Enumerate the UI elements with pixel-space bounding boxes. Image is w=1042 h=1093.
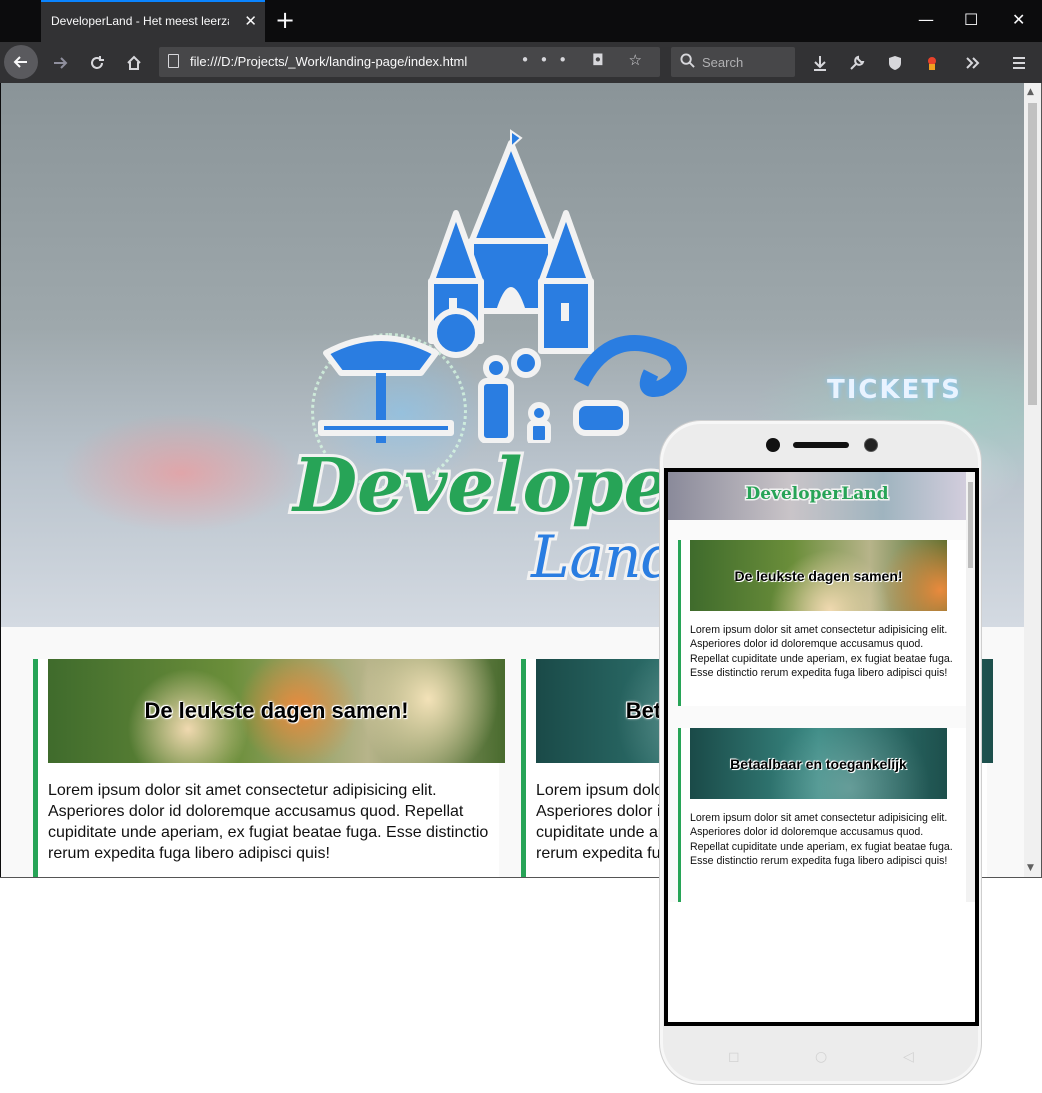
menu-icon	[1013, 56, 1025, 69]
camera-icon	[766, 438, 780, 452]
phone-card-title: Betaalbaar en toegankelijk	[730, 755, 907, 772]
back-arrow-icon	[13, 56, 27, 68]
phone-card-text: Lorem ipsum dolor sit amet consectetur a…	[690, 624, 953, 680]
page-scrollbar[interactable]: ▲ ▼	[1024, 83, 1041, 877]
maximize-button[interactable]: ☐	[964, 10, 978, 29]
minimize-button[interactable]: —	[918, 10, 934, 29]
logo-subtitle: Land	[528, 520, 682, 594]
tracking-button[interactable]	[878, 42, 912, 83]
logo-title: Developer	[290, 440, 713, 532]
phone-card-title: De leukste dagen samen!	[734, 567, 903, 584]
phone-card-text: Lorem ipsum dolor sit amet consectetur a…	[690, 812, 953, 868]
phone-nav-bar: ◻ ○ ◁	[660, 1039, 981, 1079]
phone-scroll-thumb[interactable]	[968, 482, 973, 568]
shield-icon	[889, 55, 901, 70]
phone-scrollbar[interactable]	[966, 472, 975, 902]
scroll-down-icon[interactable]: ▼	[1027, 863, 1034, 873]
devtools-button[interactable]	[840, 42, 874, 83]
phone-mockup: DeveloperLand De leukste dagen samen! Lo…	[659, 420, 982, 1085]
phone-card-1: De leukste dagen samen! Lorem ipsum dolo…	[678, 540, 966, 706]
phone-site-title: DeveloperLand	[744, 483, 890, 506]
tab-bar: DeveloperLand - Het meest leerzaam ✕ + —…	[0, 0, 1042, 42]
phone-screen: DeveloperLand De leukste dagen samen! Lo…	[664, 468, 979, 1026]
phone-body: De leukste dagen samen! Lorem ipsum dolo…	[668, 520, 966, 902]
url-text: file:///D:/Projects/_Work/landing-page/i…	[190, 54, 468, 69]
forward-button[interactable]	[43, 42, 77, 83]
close-window-button[interactable]: ✕	[1012, 10, 1025, 29]
search-placeholder: Search	[702, 55, 744, 70]
castle-logo-icon	[318, 129, 687, 446]
phone-header: DeveloperLand	[668, 472, 975, 520]
search-icon	[680, 53, 695, 68]
feature-card-1: De leukste dagen samen! Lorem ipsum dolo…	[33, 659, 505, 877]
back-triangle-icon[interactable]: ◁	[903, 1049, 914, 1065]
url-bar[interactable]: file:///D:/Projects/_Work/landing-page/i…	[159, 47, 660, 77]
phone-page: DeveloperLand De leukste dagen samen! Lo…	[668, 472, 975, 1022]
scroll-up-icon[interactable]: ▲	[1027, 87, 1034, 97]
scroll-thumb[interactable]	[1028, 103, 1037, 405]
reload-icon	[91, 55, 104, 69]
reload-button[interactable]	[80, 42, 114, 83]
extension-icon	[928, 56, 936, 70]
sensor-icon	[864, 438, 878, 452]
new-tab-button[interactable]: +	[275, 6, 295, 34]
forward-arrow-icon	[54, 56, 68, 69]
card-text: Lorem ipsum dolor sit amet consectetur a…	[48, 782, 489, 862]
search-input[interactable]: Search	[671, 47, 795, 77]
download-icon	[814, 55, 826, 71]
speaker-grille	[793, 442, 849, 448]
back-button[interactable]	[4, 45, 38, 79]
tab-developerland[interactable]: DeveloperLand - Het meest leerzaam ✕	[41, 0, 265, 42]
overflow-button[interactable]	[955, 42, 989, 83]
downloads-button[interactable]	[803, 42, 837, 83]
tab-close-icon[interactable]: ✕	[244, 12, 257, 30]
tab-title: DeveloperLand - Het meest leerzaam	[51, 14, 229, 28]
wrench-icon	[850, 55, 865, 70]
card-title: De leukste dagen samen!	[144, 698, 409, 723]
developerland-logo: Developer Land	[281, 123, 713, 594]
home-button[interactable]	[117, 42, 151, 83]
nav-toolbar: file:///D:/Projects/_Work/landing-page/i…	[0, 42, 1042, 83]
card-banner-image: De leukste dagen samen!	[48, 659, 505, 763]
phone-card-banner: De leukste dagen samen!	[690, 540, 947, 611]
menu-button[interactable]	[1002, 42, 1036, 83]
extension-button[interactable]	[915, 42, 949, 83]
home-circle-icon[interactable]: ○	[815, 1049, 827, 1065]
tickets-sign: TICKETS	[827, 375, 962, 405]
phone-card-banner: Betaalbaar en toegankelijk	[690, 728, 947, 799]
phone-card-2: Betaalbaar en toegankelijk Lorem ipsum d…	[678, 728, 966, 902]
home-icon	[127, 55, 141, 70]
page-actions[interactable]: ••• ◘ ☆	[521, 51, 652, 69]
overflow-icon	[966, 56, 980, 69]
page-icon	[168, 54, 179, 68]
recent-apps-icon[interactable]: ◻	[728, 1049, 740, 1065]
